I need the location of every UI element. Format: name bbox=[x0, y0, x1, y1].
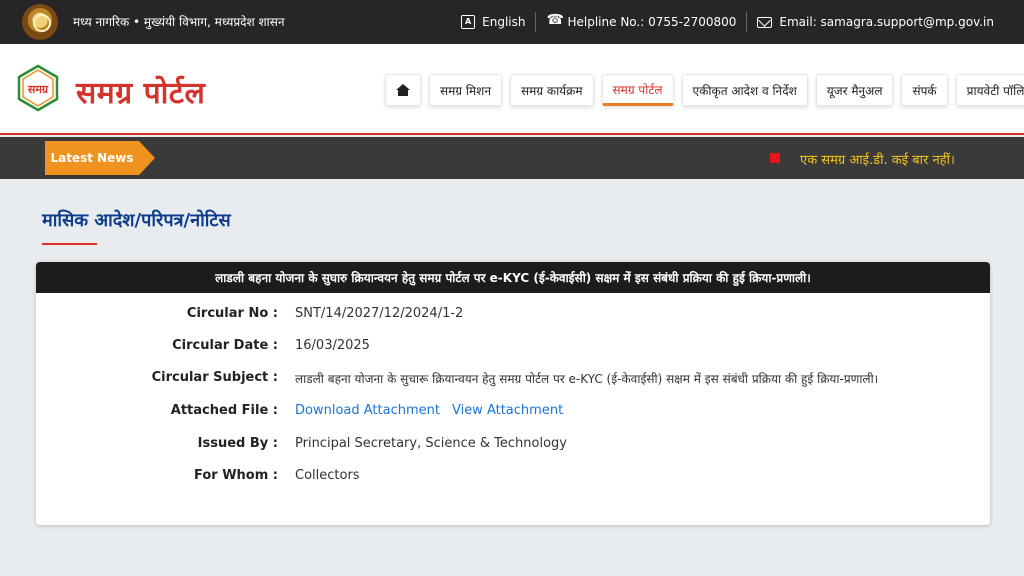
news-bullet-icon bbox=[770, 153, 780, 163]
circular-heading: लाडली बहना योजना के सुघारु क्रियान्वयन ह… bbox=[36, 262, 990, 293]
mail-icon bbox=[757, 16, 773, 28]
detail-value: Collectors bbox=[295, 468, 360, 483]
title-underline bbox=[42, 243, 97, 245]
latest-news-bar: Latest News एक समग्र आई.डी. कई बार नहीं। bbox=[0, 137, 1024, 179]
news-ticker-item[interactable]: एक समग्र आई.डी. कई बार नहीं। bbox=[800, 150, 955, 168]
detail-label: Issued By : bbox=[197, 436, 278, 451]
attachment-links: Download Attachment View Attachment bbox=[295, 403, 563, 418]
nav-samagra-mission[interactable]: समग्र मिशन bbox=[429, 74, 502, 106]
nav-samagra-portal[interactable]: समग्र पोर्टल bbox=[601, 74, 674, 106]
detail-value: SNT/14/2027/12/2024/1-2 bbox=[295, 306, 464, 321]
detail-row-issued-by: Issued By : Principal Secretary, Science… bbox=[36, 436, 990, 456]
nav-home[interactable] bbox=[385, 74, 421, 106]
circular-card: लाडली बहना योजना के सुघारु क्रियान्वयन ह… bbox=[36, 262, 990, 525]
detail-value: 16/03/2025 bbox=[295, 338, 370, 353]
top-links: A English Helpline No.: 0755-2700800 Ema… bbox=[451, 0, 1004, 44]
site-header: समग्र समग्र पोर्टल समग्र मिशन समग्र कार्… bbox=[0, 44, 1024, 135]
detail-label: Circular Date : bbox=[172, 338, 278, 353]
detail-value: लाडली बहना योजना के सुचारू क्रियान्वयन ह… bbox=[295, 372, 879, 386]
home-icon bbox=[396, 84, 410, 96]
detail-row-attached-file: Attached File : Download Attachment View … bbox=[36, 403, 990, 423]
mp-emblem-icon bbox=[22, 4, 58, 40]
nav-samagra-program[interactable]: समग्र कार्यक्रम bbox=[509, 74, 594, 106]
top-bar: मध्य नागरिक • मुख्यंयी विभाग, मध्यप्रदेश… bbox=[0, 0, 1024, 44]
detail-row-for-whom: For Whom : Collectors bbox=[36, 468, 990, 488]
samagra-logo-icon[interactable]: समग्र bbox=[14, 64, 62, 112]
detail-row-circular-date: Circular Date : 16/03/2025 bbox=[36, 338, 990, 358]
nav-privacy-policy[interactable]: प्रायवेटी पॉलिसी bbox=[955, 74, 1024, 106]
site-title[interactable]: समग्र पोर्टल bbox=[76, 71, 205, 112]
email-label: Email: samagra.support@mp.gov.in bbox=[779, 15, 994, 29]
detail-row-circular-subject: Circular Subject : लाडली बहना योजना के स… bbox=[36, 370, 990, 390]
nav-unified-orders[interactable]: एकीकृत आदेश व निर्देश bbox=[681, 74, 808, 106]
nav-user-manual[interactable]: यूजर मैनुअल bbox=[815, 74, 894, 106]
translate-icon: A bbox=[461, 15, 476, 29]
detail-label: Circular Subject : bbox=[151, 370, 278, 385]
main-nav: समग्र मिशन समग्र कार्यक्रम समग्र पोर्टल … bbox=[385, 74, 1024, 106]
detail-value: Principal Secretary, Science & Technolog… bbox=[295, 436, 567, 451]
detail-row-circular-no: Circular No : SNT/14/2027/12/2024/1-2 bbox=[36, 306, 990, 326]
language-switch[interactable]: A English bbox=[451, 15, 535, 29]
nav-contact[interactable]: संपर्क bbox=[901, 74, 948, 106]
department-text: मध्य नागरिक • मुख्यंयी विभाग, मध्यप्रदेश… bbox=[73, 15, 285, 29]
detail-label: Circular No : bbox=[186, 306, 278, 321]
download-attachment-link[interactable]: Download Attachment bbox=[295, 403, 440, 418]
helpline-label: Helpline No.: 0755-2700800 bbox=[567, 15, 737, 29]
detail-label: For Whom : bbox=[193, 468, 278, 483]
helpline-link[interactable]: Helpline No.: 0755-2700800 bbox=[536, 12, 746, 29]
latest-news-label: Latest News bbox=[45, 141, 155, 175]
detail-label: Attached File : bbox=[170, 403, 278, 418]
page-title: मासिक आदेश/परिपत्र/नोटिस bbox=[42, 210, 231, 231]
view-attachment-link[interactable]: View Attachment bbox=[452, 403, 563, 418]
phone-icon bbox=[546, 12, 563, 29]
email-link[interactable]: Email: samagra.support@mp.gov.in bbox=[747, 15, 1004, 29]
language-label: English bbox=[482, 15, 526, 29]
svg-text:समग्र: समग्र bbox=[27, 83, 49, 96]
